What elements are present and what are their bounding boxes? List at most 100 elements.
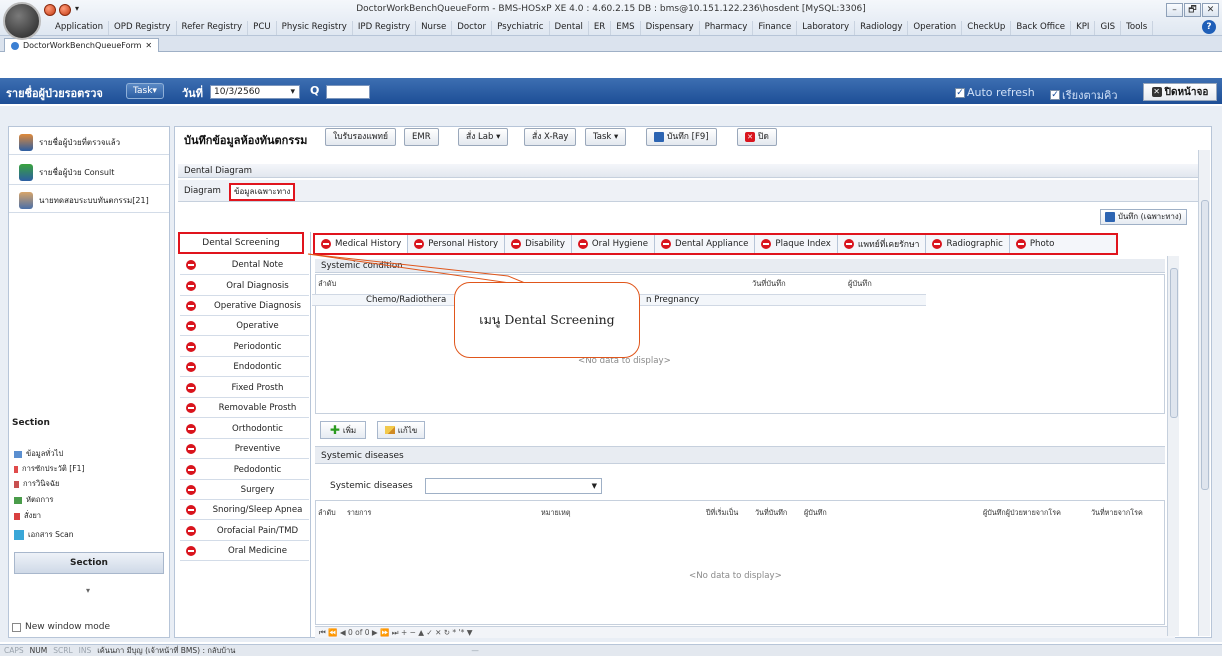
screening-surgery[interactable]: Surgery [180,480,309,500]
date-field[interactable]: 10/3/2560 ▾ [210,85,300,99]
minimize-button[interactable]: – [1166,3,1183,17]
close-screen-button[interactable]: ✕ ปิดหน้าจอ [1143,83,1217,101]
section-prescription[interactable]: สั่งยา [14,510,41,522]
scrollbar-thumb[interactable] [1170,268,1178,418]
chevron-down-icon[interactable]: ▾ [86,586,90,595]
close-tab-icon[interactable]: ✕ [145,39,152,52]
auto-refresh-checkbox[interactable]: ✓ Auto refresh [955,86,1035,99]
menu-physic-registry[interactable]: Physic Registry [277,21,353,35]
screening-orofacial-pain[interactable]: Orofacial Pain/TMD [180,521,309,541]
screening-pedodontic[interactable]: Pedodontic [180,460,309,480]
medical-certificate-button[interactable]: ใบรับรองแพทย์ [325,128,396,146]
column-header[interactable]: ผู้บันทึก [804,508,827,519]
minus-circle-icon [186,280,196,291]
menu-pcu[interactable]: PCU [248,21,277,35]
menu-nurse[interactable]: Nurse [416,21,453,35]
screening-periodontic[interactable]: Periodontic [180,337,309,357]
menu-refer-registry[interactable]: Refer Registry [177,21,249,35]
menu-ipd-registry[interactable]: IPD Registry [353,21,417,35]
column-header[interactable]: วันที่หายจากโรค [1091,508,1143,519]
column-header[interactable]: หมายเหตุ [541,508,571,519]
screening-item-label: Operative Diagnosis [214,300,301,311]
menu-pharmacy[interactable]: Pharmacy [700,21,754,35]
chevron-down-icon[interactable]: ▾ [290,86,295,98]
menu-gis[interactable]: GIS [1095,21,1122,35]
menu-laboratory[interactable]: Laboratory [797,21,856,35]
section-document-scan[interactable]: เอกสาร Scan [14,529,74,541]
section-button[interactable]: Section [14,552,164,574]
column-header[interactable]: วันที่บันทึก [755,508,787,519]
save-specialty-button[interactable]: บันทึก (เฉพาะทาง) [1100,209,1187,225]
inner-scrollbar[interactable] [1167,256,1179,636]
menu-dispensary[interactable]: Dispensary [641,21,700,35]
help-icon[interactable]: ? [1202,20,1216,34]
tab-photo[interactable]: Photo [1010,235,1061,253]
edit-button[interactable]: แก้ไข [377,421,425,439]
save-button[interactable]: บันทึก [F9] [646,128,717,146]
menu-er[interactable]: ER [589,21,612,35]
outer-scrollbar[interactable] [1198,150,1210,636]
menu-application[interactable]: Application [50,21,110,35]
grid-navigator[interactable]: ⏮ ⏪ ◀ 0 of 0 ▶ ⏩ ⏭ + − ▲ ✓ ✕ ↻ * '* ▼ [315,626,1175,638]
scrollbar-thumb[interactable] [1201,200,1209,490]
tab-dental-appliance[interactable]: Dental Appliance [655,235,756,253]
screening-removable-prosth[interactable]: Removable Prosth [180,398,309,418]
screening-endodontic[interactable]: Endodontic [180,357,309,377]
column-header[interactable]: รายการ [347,508,371,519]
menu-doctor[interactable]: Doctor [452,21,493,35]
menu-psychiatric[interactable]: Psychiatric [492,21,550,35]
tab-radiographic[interactable]: Radiographic [926,235,1010,253]
screening-preventive[interactable]: Preventive [180,439,309,459]
menu-finance[interactable]: Finance [753,21,798,35]
tab-specialty-info[interactable]: ข้อมูลเฉพาะทาง [229,183,296,201]
consult-patients-item[interactable]: รายชื่อผู้ป่วย Consult [9,161,169,185]
screening-oral-medicine[interactable]: Oral Medicine [180,541,309,561]
tab-previous-dentist[interactable]: แพทย์ที่เคยรักษา [838,235,927,253]
add-button[interactable]: ✚ เพิ่ม [320,421,366,439]
emr-button[interactable]: EMR [404,128,439,146]
minus-circle-icon [1015,239,1026,249]
dental-screening-header[interactable]: Dental Screening [178,232,304,254]
task-dropdown-button[interactable]: Task▾ [126,83,164,99]
menu-opd-registry[interactable]: OPD Registry [109,21,177,35]
order-xray-button[interactable]: สั่ง X-Ray [524,128,577,146]
column-header[interactable]: ผู้บันทึกผู้ป่วยหายจากโรค [983,508,1061,519]
tab-diagram[interactable]: Diagram [184,186,221,196]
application-orb-button[interactable] [3,2,41,40]
task-button[interactable]: Task ▾ [585,128,627,146]
menu-ems[interactable]: EMS [611,21,641,35]
tab-oral-hygiene[interactable]: Oral Hygiene [572,235,656,253]
order-lab-button[interactable]: สั่ง Lab ▾ [458,128,509,146]
document-tab[interactable]: DoctorWorkBenchQueueForm ✕ [4,38,160,52]
systemic-diseases-select[interactable]: ▼ [425,478,602,494]
section-procedure[interactable]: หัตถการ [14,494,53,506]
menu-operation[interactable]: Operation [908,21,963,35]
section-history[interactable]: การซักประวัติ [F1] [14,463,84,475]
column-header[interactable]: วันที่บันทึก [752,278,786,290]
menu-dental[interactable]: Dental [550,21,589,35]
column-header[interactable]: ปีที่เริ่มเป็น [706,508,738,519]
section-general-info[interactable]: ข้อมูลทั่วไป [14,448,63,460]
screening-snoring[interactable]: Snoring/Sleep Apnea [180,500,309,520]
restore-button[interactable]: 🗗 [1184,3,1201,17]
menu-radiology[interactable]: Radiology [855,21,909,35]
current-patient-item[interactable]: นายทดสอบระบบทันตกรรม[21] [9,189,169,213]
column-header[interactable]: ลำดับ [318,508,336,519]
q-input[interactable] [326,85,370,99]
screening-operative[interactable]: Operative [180,316,309,336]
menu-kpi[interactable]: KPI [1071,21,1096,35]
close-button[interactable]: ✕ ปิด [737,128,777,146]
new-window-mode-checkbox[interactable]: New window mode [12,622,110,632]
screening-fixed-prosth[interactable]: Fixed Prosth [180,378,309,398]
examined-patients-item[interactable]: รายชื่อผู้ป่วยที่ตรวจแล้ว [9,131,169,155]
menu-checkup[interactable]: CheckUp [962,21,1012,35]
close-window-button[interactable]: ✕ [1202,3,1219,17]
column-header[interactable]: ผู้บันทึก [848,278,872,290]
tab-plaque-index[interactable]: Plaque Index [755,235,838,253]
section-diagnosis[interactable]: การวินิจฉัย [14,478,59,490]
screening-orthodontic[interactable]: Orthodontic [180,419,309,439]
screening-item-label: Surgery [240,484,275,495]
sort-queue-checkbox[interactable]: ✓ เรียงตามคิว [1050,86,1118,104]
menu-back-office[interactable]: Back Office [1011,21,1072,35]
menu-tools[interactable]: Tools [1121,21,1154,35]
